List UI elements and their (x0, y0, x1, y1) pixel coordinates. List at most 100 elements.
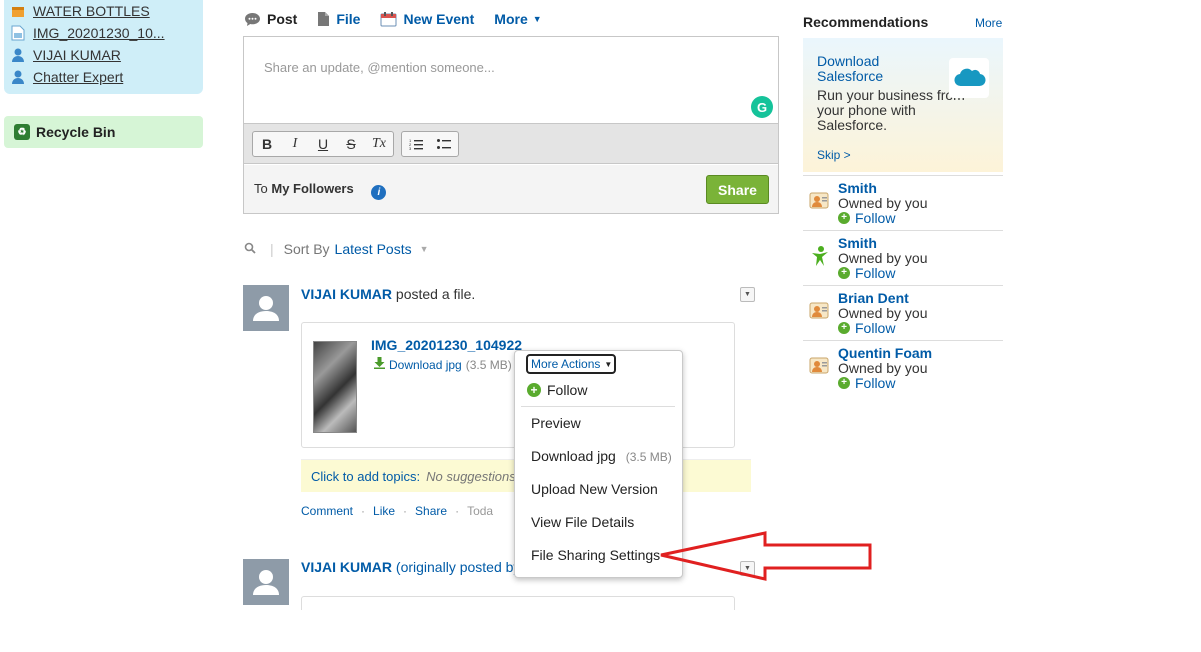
sidebar-item-label[interactable]: IMG_20201230_10... (33, 25, 165, 41)
chevron-down-icon[interactable]: ▼ (420, 244, 429, 254)
feed-action-text: posted a file. (395, 286, 476, 302)
follow-menu-item[interactable]: + Follow (527, 382, 587, 398)
contact-card-icon (809, 190, 831, 212)
svg-text:3: 3 (409, 146, 412, 150)
skip-link[interactable]: Skip > (817, 148, 851, 162)
avatar[interactable] (243, 285, 289, 331)
tab-more[interactable]: More ▼ (494, 11, 541, 27)
sidebar-item-label[interactable]: WATER BOTTLES (33, 3, 150, 19)
sidebar-item-water-bottles[interactable]: WATER BOTTLES (10, 0, 203, 22)
follow-label: Follow (855, 375, 896, 391)
download-icon (374, 357, 385, 372)
sidebar-item-chatter-expert[interactable]: Chatter Expert (10, 66, 203, 88)
bulleted-list-icon[interactable] (430, 132, 458, 156)
sidebar-item-label[interactable]: VIJAI KUMAR (33, 47, 121, 63)
follow-button[interactable]: + Follow (838, 320, 895, 336)
menu-divider (521, 406, 675, 407)
bold-button[interactable]: B (253, 132, 281, 156)
follow-button[interactable]: + Follow (838, 375, 895, 391)
add-topics-link[interactable]: Click to add topics: (311, 469, 420, 484)
info-icon[interactable]: i (371, 185, 387, 200)
audience-selector[interactable]: My Followers (271, 181, 353, 196)
salesforce-cloud-icon (949, 58, 989, 98)
sidebar-recent-items: WATER BOTTLES IMG_20201230_10... VIJAI K… (4, 0, 203, 94)
recommendation-row: Quentin Foam Owned by you + Follow (803, 340, 1003, 395)
menu-item-download-jpg[interactable]: Download jpg (3.5 MB) (531, 448, 672, 464)
chevron-down-icon: ▼ (532, 14, 542, 24)
menu-item-preview[interactable]: Preview (531, 415, 581, 431)
post-date: Toda (467, 504, 494, 518)
publisher-tabs: Post File New Event More ▼ (244, 8, 562, 30)
file-name-link[interactable]: IMG_20201230_104922 (371, 337, 522, 353)
chevron-down-icon: ▼ (604, 359, 613, 369)
recommendation-row: Smith Owned by you + Follow (803, 175, 1003, 230)
tab-post-label: Post (267, 11, 298, 27)
menu-item-label: File Sharing Settings (531, 547, 661, 563)
audience-line: To My Followers i (254, 181, 387, 200)
sidebar-item-label[interactable]: Chatter Expert (33, 69, 123, 85)
contact-card-icon (809, 300, 831, 322)
card-title-link[interactable]: Download Salesforce (817, 54, 937, 84)
follow-label: Follow (855, 210, 896, 226)
follow-button[interactable]: + Follow (838, 265, 895, 281)
clear-format-button[interactable]: Tx (365, 132, 393, 156)
product-icon (10, 3, 26, 19)
recommendation-name[interactable]: Smith (838, 235, 877, 251)
formatting-toolbar: B I U S Tx 123 (244, 123, 778, 164)
author-link[interactable]: VIJAI KUMAR (301, 559, 392, 575)
download-salesforce-card: Download Salesforce Run your business fr… (803, 38, 1003, 172)
share-link[interactable]: Share (415, 504, 447, 518)
menu-item-view-file-details[interactable]: View File Details (531, 514, 634, 530)
to-prefix: To (254, 181, 268, 196)
recycle-bin-label: Recycle Bin (36, 124, 116, 140)
recommendation-row: Smith Owned by you + Follow (803, 230, 1003, 285)
recommendation-name[interactable]: Brian Dent (838, 290, 909, 306)
search-icon[interactable] (244, 241, 256, 257)
tab-more-label: More (494, 11, 528, 27)
plus-icon: + (527, 383, 541, 397)
sidebar-item-img-file[interactable]: IMG_20201230_10... (10, 22, 203, 44)
feed-item-menu-button[interactable]: ▼ (740, 287, 755, 302)
file-thumbnail[interactable] (313, 341, 357, 433)
menu-item-file-sharing-settings[interactable]: File Sharing Settings (531, 547, 660, 563)
tab-new-event[interactable]: New Event (380, 11, 474, 27)
menu-item-upload-new-version[interactable]: Upload New Version (531, 481, 658, 497)
underline-button[interactable]: U (309, 132, 337, 156)
text-style-group: B I U S Tx (252, 130, 394, 157)
recommendation-name[interactable]: Quentin Foam (838, 345, 932, 361)
contact-card-icon (809, 355, 831, 377)
list-group: 123 (401, 130, 459, 157)
plus-icon: + (838, 377, 850, 389)
avatar[interactable] (243, 559, 289, 605)
recommendation-name[interactable]: Smith (838, 180, 877, 196)
speech-bubble-icon (244, 12, 261, 27)
sort-value[interactable]: Latest Posts (335, 241, 412, 257)
more-actions-button[interactable]: More Actions ▼ (526, 354, 616, 374)
download-link[interactable]: Download jpg (3.5 MB) (374, 357, 512, 372)
share-button[interactable]: Share (706, 175, 769, 204)
user-icon (10, 69, 26, 85)
sidebar-item-vijai-kumar[interactable]: VIJAI KUMAR (10, 44, 203, 66)
tab-file[interactable]: File (317, 11, 360, 27)
grammarly-icon[interactable]: G (751, 96, 773, 118)
file-attachment (301, 596, 735, 610)
post-input[interactable]: Share an update, @mention someone... (264, 60, 495, 75)
recommendations-title: Recommendations (803, 14, 929, 30)
recommendation-owner: Owned by you (838, 360, 928, 376)
italic-button[interactable]: I (281, 132, 309, 156)
strikethrough-button[interactable]: S (337, 132, 365, 156)
recycle-bin-link[interactable]: ♻ Recycle Bin (4, 116, 203, 148)
annotation-arrow-icon (658, 530, 874, 585)
tab-post[interactable]: Post (244, 11, 297, 27)
post-composer: Share an update, @mention someone... G B… (243, 36, 779, 214)
recommendation-owner: Owned by you (838, 305, 928, 321)
feed-sort-bar: | Sort By Latest Posts ▼ (244, 241, 429, 257)
author-link[interactable]: VIJAI KUMAR (301, 286, 392, 302)
follow-label: Follow (855, 265, 896, 281)
comment-link[interactable]: Comment (301, 504, 353, 518)
follow-button[interactable]: + Follow (838, 210, 895, 226)
numbered-list-icon[interactable]: 123 (402, 132, 430, 156)
recommendations-more-link[interactable]: More (975, 16, 1002, 30)
like-link[interactable]: Like (373, 504, 395, 518)
separator-dot: · (403, 504, 408, 518)
